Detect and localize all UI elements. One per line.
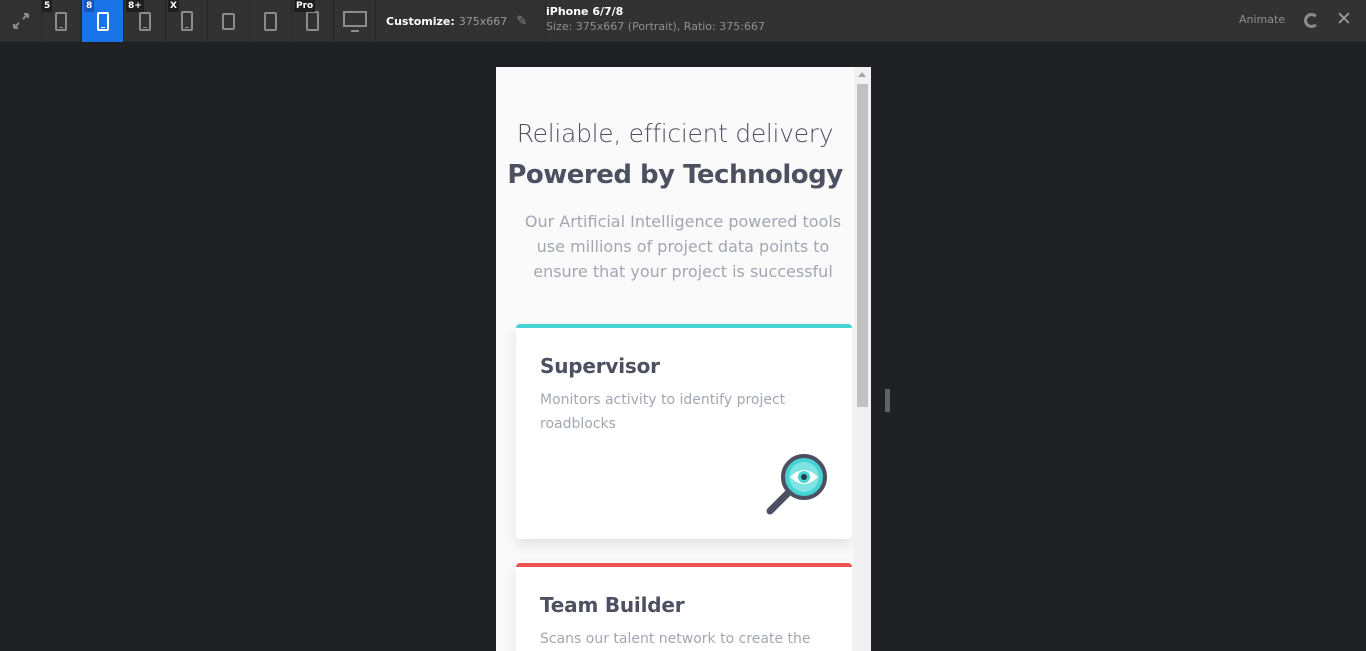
phone-icon [180,11,193,31]
device-iphone5-button[interactable]: 5 [40,0,82,42]
hero-description: Our Artificial Intelligence powered tool… [524,212,842,281]
hero-heading-light: Reliable, efficient delivery [516,119,834,148]
device-iphone8plus-button[interactable]: 8+ [124,0,166,42]
card-title: Supervisor [540,354,660,378]
pencil-icon: ✎ [516,13,528,29]
customize-value: 375x667 [458,14,508,28]
fit-to-screen-button[interactable] [0,0,42,42]
scroll-thumb[interactable] [857,84,868,407]
phone-icon [138,11,151,31]
expand-arrows-icon [12,13,29,29]
device-badge: 5 [42,0,53,12]
vertical-scrollbar[interactable] [854,67,871,651]
device-badge: 8 [84,0,95,12]
device-viewport[interactable]: Reliable, efficient delivery Powered by … [496,67,871,651]
device-badge: Pro [294,0,316,12]
tablet-icon [306,11,319,31]
phone-icon [96,11,109,31]
device-tablet-small-button[interactable] [208,0,250,42]
responsive-toolbar: 5 8 8+ X Pro Customize: 375x667 ✎ iPhone… [0,0,1366,42]
device-ipad-pro-button[interactable]: Pro [292,0,334,42]
card-description: Monitors activity to identify project ro… [540,392,786,432]
viewport-resize-handle[interactable] [885,389,890,412]
hero-heading-bold: Powered by Technology [507,160,843,190]
customize-label: Customize: [386,14,455,28]
device-badge: 8+ [126,0,144,12]
card-title: Team Builder [540,593,685,617]
feature-card-supervisor: Supervisor Monitors activity to identify… [516,324,852,539]
device-size: Size: 375x667 (Portrait), Ratio: 375:667 [546,20,765,33]
scroll-up-arrow-icon[interactable] [858,72,866,77]
close-icon[interactable]: ✕ [1336,8,1352,30]
customize-size-button[interactable]: Customize: 375x667 ✎ [376,0,546,42]
device-info: iPhone 6/7/8 Size: 375x667 (Portrait), R… [546,5,765,34]
tablet-icon [264,11,277,31]
device-desktop-button[interactable] [334,0,376,42]
rotate-icon[interactable] [1304,13,1319,28]
phone-icon [54,11,67,31]
animate-toggle[interactable]: Animate [1239,13,1285,26]
device-iphone8-button[interactable]: 8 [82,0,124,42]
magnifier-eye-icon [766,454,827,515]
feature-card-team-builder: Team Builder Scans our talent network to… [516,563,852,651]
card-description: Scans our talent network to create the [540,631,811,647]
device-tablet-button[interactable] [250,0,292,42]
tablet-icon [222,12,235,30]
device-name: iPhone 6/7/8 [546,5,624,18]
monitor-icon [342,11,367,32]
device-iphonex-button[interactable]: X [166,0,208,42]
device-badge: X [168,0,179,12]
